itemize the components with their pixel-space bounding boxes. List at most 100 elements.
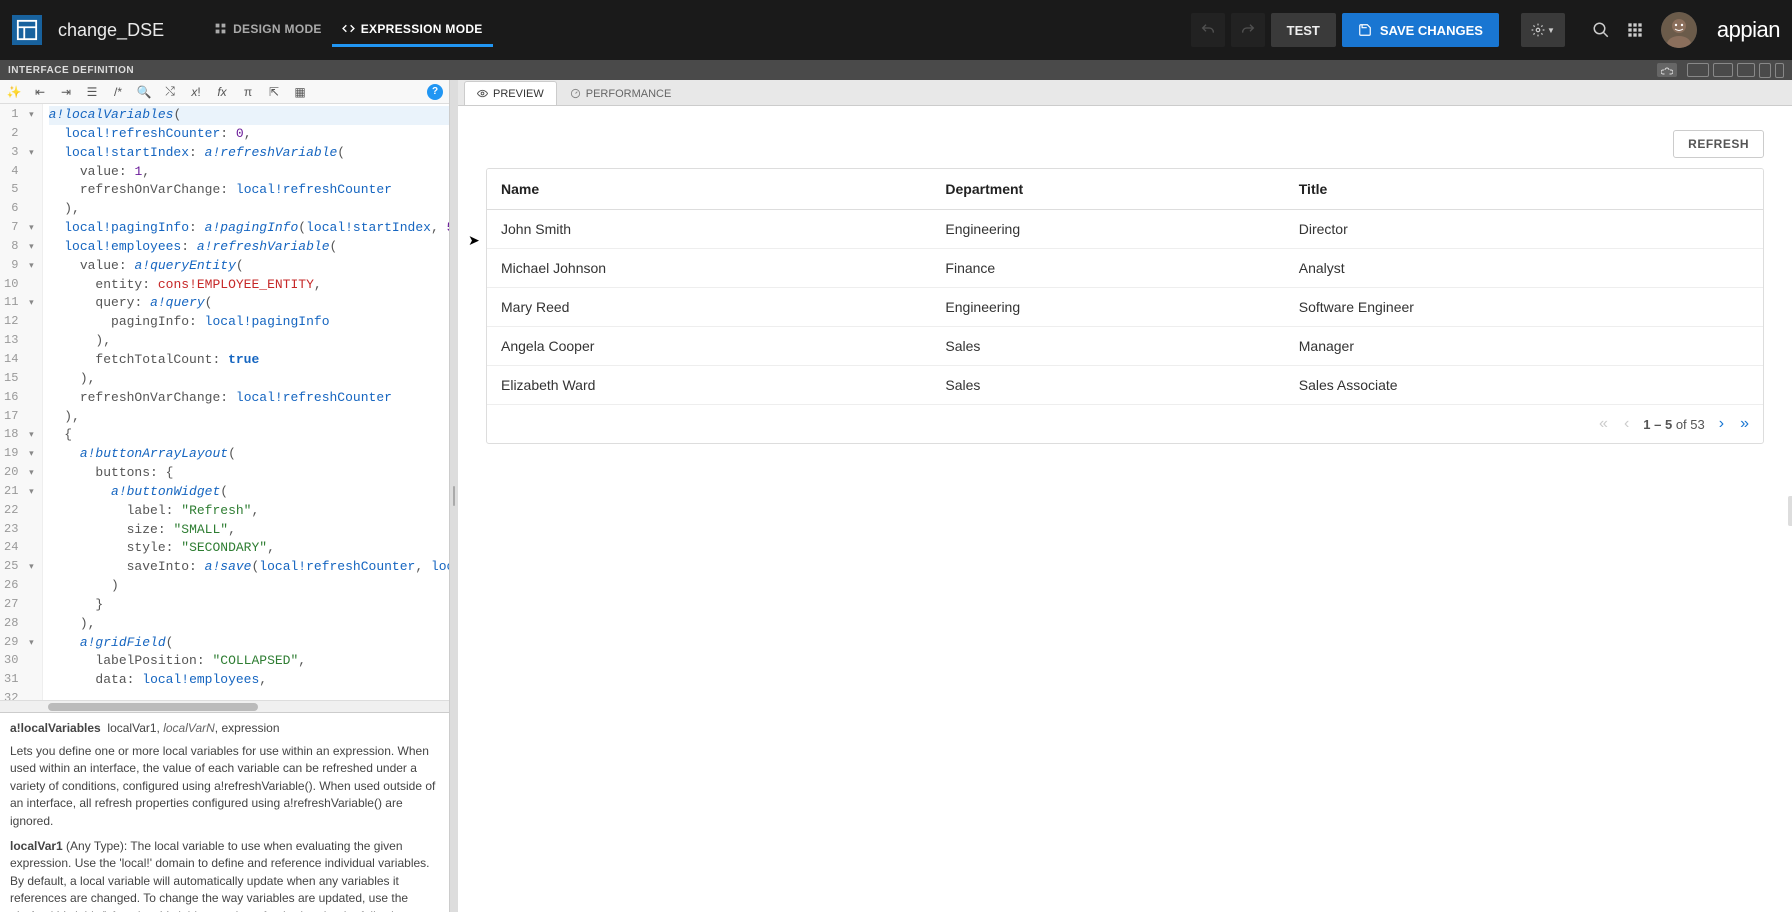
brand-logo: appian (1717, 17, 1780, 43)
app-logo[interactable] (12, 15, 42, 45)
subheader: INTERFACE DEFINITION (0, 60, 1792, 80)
pager-first[interactable]: « (1597, 415, 1610, 433)
fx-icon[interactable]: fx (214, 84, 230, 100)
left-panel: ✨ ⇤ ⇥ ☰ /* 🔍 ⤭ x! fx π ⇱ ▦ ? 1 ▾2 3 ▾4 5… (0, 80, 450, 912)
column-header[interactable]: Department (931, 169, 1284, 210)
shuffle-icon[interactable]: ⤭ (162, 84, 178, 100)
design-mode-tab[interactable]: DESIGN MODE (204, 14, 332, 47)
table-body: John SmithEngineeringDirectorMichael Joh… (487, 210, 1763, 405)
table-cell: Sales Associate (1285, 366, 1763, 405)
preview-tab[interactable]: PREVIEW (464, 81, 557, 105)
employee-grid: NameDepartmentTitle John SmithEngineerin… (486, 168, 1764, 444)
performance-tab[interactable]: PERFORMANCE (557, 81, 685, 105)
pager-text: 1 – 5 of 53 (1643, 417, 1704, 432)
outdent-icon[interactable]: ⇤ (32, 84, 48, 100)
test-button[interactable]: TEST (1271, 13, 1336, 47)
main-layout: ✨ ⇤ ⇥ ☰ /* 🔍 ⤭ x! fx π ⇱ ▦ ? 1 ▾2 3 ▾4 5… (0, 80, 1792, 912)
save-changes-button[interactable]: SAVE CHANGES (1342, 13, 1499, 47)
table-cell: John Smith (487, 210, 931, 249)
doc-panel: a!localVariables localVar1, localVarN, e… (0, 712, 449, 912)
pager-last[interactable]: » (1738, 415, 1751, 433)
table-row[interactable]: Elizabeth WardSalesSales Associate (487, 366, 1763, 405)
table-cell: Engineering (931, 288, 1284, 327)
table-header-row: NameDepartmentTitle (487, 169, 1763, 210)
eye-icon (477, 88, 488, 99)
splitter[interactable] (450, 80, 458, 912)
table-cell: Analyst (1285, 249, 1763, 288)
export-icon[interactable]: ⇱ (266, 84, 282, 100)
link-icon (1661, 65, 1673, 75)
table-cell: Engineering (931, 210, 1284, 249)
horizontal-scrollbar[interactable] (0, 700, 449, 712)
apps-button[interactable] (1621, 16, 1649, 44)
doc-signature: a!localVariables localVar1, localVarN, e… (10, 721, 439, 735)
interface-title: change_DSE (58, 20, 164, 41)
avatar-icon (1661, 12, 1697, 48)
column-header[interactable]: Title (1285, 169, 1763, 210)
list-icon[interactable]: ☰ (84, 84, 100, 100)
settings-menu[interactable]: ▼ (1521, 13, 1565, 47)
table-row[interactable]: John SmithEngineeringDirector (487, 210, 1763, 249)
preview-area: REFRESH NameDepartmentTitle John SmithEn… (458, 106, 1792, 912)
scrollbar-thumb[interactable] (48, 703, 258, 711)
line-gutter: 1 ▾2 3 ▾4 5 6 7 ▾8 ▾9 ▾10 11 ▾12 13 14 1… (0, 104, 43, 700)
doc-param1: localVar1 (Any Type): The local variable… (10, 838, 439, 912)
pager: « ‹ 1 – 5 of 53 › » (487, 404, 1763, 443)
expression-mode-tab[interactable]: EXPRESSION MODE (332, 14, 493, 47)
table-row[interactable]: Michael JohnsonFinanceAnalyst (487, 249, 1763, 288)
gear-icon (1531, 23, 1545, 37)
query-icon[interactable]: ▦ (292, 84, 308, 100)
pager-next[interactable]: › (1717, 415, 1726, 433)
viewport-tablet[interactable] (1759, 63, 1771, 78)
table-row[interactable]: Mary ReedEngineeringSoftware Engineer (487, 288, 1763, 327)
code-body[interactable]: a!localVariables( local!refreshCounter: … (43, 104, 449, 700)
user-avatar[interactable] (1661, 12, 1697, 48)
table-cell: Elizabeth Ward (487, 366, 931, 405)
table-row[interactable]: Angela CooperSalesManager (487, 327, 1763, 366)
comment-icon[interactable]: /* (110, 84, 126, 100)
app-header: change_DSE DESIGN MODE EXPRESSION MODE T… (0, 0, 1792, 60)
undo-icon (1200, 22, 1216, 38)
table-cell: Angela Cooper (487, 327, 931, 366)
header-actions: TEST SAVE CHANGES ▼ appian (1191, 12, 1780, 48)
viewport-phone[interactable] (1775, 63, 1784, 78)
refresh-button[interactable]: REFRESH (1673, 130, 1764, 158)
gauge-icon (570, 88, 581, 99)
right-splitter[interactable] (1788, 496, 1792, 526)
column-header[interactable]: Name (487, 169, 931, 210)
subheader-label: INTERFACE DEFINITION (8, 65, 134, 76)
code-icon (342, 22, 355, 35)
viewport-desktop[interactable] (1713, 63, 1733, 77)
table-cell: Michael Johnson (487, 249, 931, 288)
table-cell: Sales (931, 327, 1284, 366)
preview-tabs: PREVIEW PERFORMANCE (458, 80, 1792, 106)
var-x-icon[interactable]: x! (188, 84, 204, 100)
indent-icon[interactable]: ⇥ (58, 84, 74, 100)
doc-description: Lets you define one or more local variab… (10, 743, 439, 830)
find-icon[interactable]: 🔍 (136, 84, 152, 100)
format-icon[interactable]: ✨ (6, 84, 22, 100)
search-icon (1592, 21, 1610, 39)
mode-tabs: DESIGN MODE EXPRESSION MODE (204, 14, 493, 47)
apps-icon (1627, 22, 1643, 38)
pager-prev[interactable]: ‹ (1622, 415, 1631, 433)
redo-button[interactable] (1231, 13, 1265, 47)
layout-icon (16, 19, 38, 41)
right-panel: PREVIEW PERFORMANCE REFRESH NameDepartme… (458, 80, 1792, 912)
chevron-down-icon: ▼ (1547, 26, 1555, 35)
table-cell: Director (1285, 210, 1763, 249)
code-editor[interactable]: 1 ▾2 3 ▾4 5 6 7 ▾8 ▾9 ▾10 11 ▾12 13 14 1… (0, 104, 449, 700)
undo-button[interactable] (1191, 13, 1225, 47)
pi-icon[interactable]: π (240, 84, 256, 100)
table-cell: Manager (1285, 327, 1763, 366)
design-icon (214, 22, 227, 35)
search-button[interactable] (1587, 16, 1615, 44)
table-cell: Software Engineer (1285, 288, 1763, 327)
table-cell: Finance (931, 249, 1284, 288)
viewport-fit[interactable] (1687, 63, 1709, 77)
viewport-laptop[interactable] (1737, 63, 1755, 77)
help-icon[interactable]: ? (427, 84, 443, 100)
editor-toolbar: ✨ ⇤ ⇥ ☰ /* 🔍 ⤭ x! fx π ⇱ ▦ ? (0, 80, 449, 104)
link-toggle[interactable] (1657, 63, 1677, 77)
table-cell: Mary Reed (487, 288, 931, 327)
